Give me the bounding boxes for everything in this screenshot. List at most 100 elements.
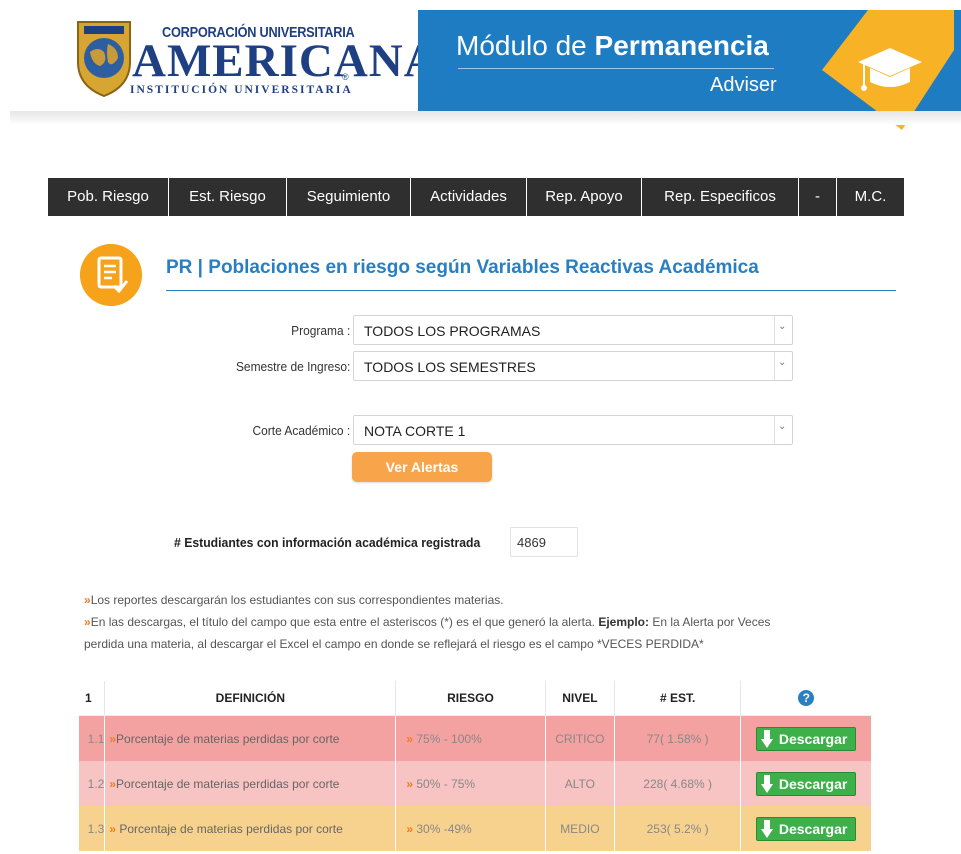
row-est: 253( 5.2% ) (614, 806, 742, 851)
title-divider (166, 290, 896, 291)
row-riesgo: » 50% - 75% (395, 761, 546, 806)
note-2: »En las descargas, el título del campo q… (84, 611, 770, 633)
row-definicion: » Porcentaje de materias perdidas por co… (104, 806, 397, 851)
corte-select[interactable]: NOTA CORTE 1 ⌄ (353, 415, 793, 445)
row-marker: » (109, 821, 117, 836)
download-button-label: Descargar (778, 820, 848, 837)
note-1: »Los reportes descargarán los estudiante… (84, 589, 504, 611)
programa-select[interactable]: TODOS LOS PROGRAMAS ⌄ (353, 315, 793, 345)
download-button-label: Descargar (778, 775, 848, 792)
logo-line-2: AMERICANA (132, 35, 439, 87)
arrow-down-icon (760, 819, 773, 838)
module-title-bold: Permanencia (594, 30, 769, 61)
module-title: Módulo de Permanencia (456, 30, 769, 62)
nav-item-mc[interactable]: M.C. (837, 178, 904, 216)
nav-item-actividades[interactable]: Actividades (411, 178, 527, 216)
nav-item-rep-especificos[interactable]: Rep. Especificos (642, 178, 799, 216)
semestre-select[interactable]: TODOS LOS SEMESTRES ⌄ (353, 351, 793, 381)
row-marker: » (406, 821, 414, 836)
students-count-field[interactable]: 4869 (510, 527, 578, 557)
nav-item-separator[interactable]: - (799, 178, 837, 216)
row-marker: » (109, 776, 117, 791)
arrow-down-icon (760, 729, 773, 748)
row-definicion-text: Porcentaje de materias perdidas por cort… (116, 731, 340, 746)
download-button-label: Descargar (778, 730, 848, 747)
corte-select-value: NOTA CORTE 1 (364, 423, 466, 439)
page-title: PR | Poblaciones en riesgo según Variabl… (166, 257, 759, 278)
note-marker: » (84, 593, 91, 607)
nav-item-rep-apoyo[interactable]: Rep. Apoyo (527, 178, 642, 216)
col-nivel-header: NIVEL (545, 681, 616, 716)
header-shadow (10, 111, 961, 125)
download-button[interactable]: Descargar (755, 726, 857, 751)
row-est: 77( 1.58% ) (614, 715, 742, 761)
row-marker: » (406, 731, 414, 746)
chevron-down-icon[interactable]: ⌄ (774, 416, 792, 444)
row-number: 1.1 (79, 715, 106, 761)
corte-label: Corte Académico : (252, 423, 350, 438)
programa-select-value: TODOS LOS PROGRAMAS (364, 323, 541, 339)
module-title-prefix: Módulo de (456, 30, 587, 61)
logo-registered-mark: ® (342, 72, 349, 82)
document-check-icon (80, 244, 142, 306)
chevron-down-icon[interactable]: ⌄ (774, 316, 792, 344)
students-count-value: 4869 (517, 535, 546, 550)
row-number: 1.2 (79, 761, 106, 806)
row-riesgo: » 75% - 100% (395, 715, 546, 761)
row-riesgo-text: 75% - 100% (416, 731, 482, 746)
col-definicion-header: DEFINICIÓN (104, 681, 397, 716)
programa-label: Programa : (290, 323, 350, 338)
row-number: 1.3 (79, 806, 106, 851)
nav-item-pob-riesgo[interactable]: Pob. Riesgo (48, 178, 169, 216)
col-help-header: ? (740, 681, 872, 716)
students-count-label: # Estudiantes con información académica … (174, 535, 481, 550)
logo[interactable]: CORPORACIÓN UNIVERSITARIA AMERICANA ® IN… (10, 10, 438, 111)
download-button[interactable]: Descargar (755, 816, 857, 841)
logo-line-3: INSTITUCIÓN UNIVERSITARIA (130, 84, 353, 96)
main-nav: Pob. Riesgo Est. Riesgo Seguimiento Acti… (48, 178, 904, 216)
row-marker: » (109, 731, 117, 746)
ver-alertas-button[interactable]: Ver Alertas (352, 452, 492, 482)
download-button[interactable]: Descargar (755, 771, 857, 796)
row-definicion: »Porcentaje de materias perdidas por cor… (104, 715, 397, 761)
note-2-text-b: En la Alerta por Veces (652, 615, 771, 629)
note-2-continued: perdida una materia, al descargar el Exc… (84, 637, 704, 651)
row-nivel: CRITICO (545, 715, 616, 761)
row-download-cell: Descargar (740, 806, 872, 851)
arrow-down-icon (760, 774, 773, 793)
nav-item-est-riesgo[interactable]: Est. Riesgo (169, 178, 287, 216)
table-row: 1.3 » Porcentaje de materias perdidas po… (79, 806, 872, 851)
globe-shield-logo-icon (77, 21, 131, 98)
note-2-text-a: En las descargas, el título del campo qu… (90, 615, 595, 629)
row-riesgo-text: 50% - 75% (416, 776, 476, 791)
row-riesgo: » 30% -49% (395, 806, 546, 851)
risk-table: 1 DEFINICIÓN RIESGO NIVEL # EST. ? 1.1 »… (79, 681, 872, 851)
semestre-select-value: TODOS LOS SEMESTRES (364, 359, 536, 375)
module-title-underline (458, 68, 774, 69)
col-est-header: # EST. (614, 681, 742, 716)
table-row: 1.2 »Porcentaje de materias perdidas por… (79, 761, 872, 806)
row-definicion-text: Porcentaje de materias perdidas por cort… (116, 776, 340, 791)
semestre-label: Semestre de Ingreso: (235, 359, 350, 374)
row-download-cell: Descargar (740, 715, 872, 761)
note-2-example: Ejemplo: (598, 615, 649, 629)
row-marker: » (406, 776, 414, 791)
row-nivel: ALTO (545, 761, 616, 806)
row-est: 228( 4.68% ) (614, 761, 742, 806)
chevron-down-icon[interactable]: ⌄ (774, 352, 792, 380)
row-download-cell: Descargar (740, 761, 872, 806)
help-icon[interactable]: ? (798, 690, 815, 706)
note-marker: » (84, 615, 91, 629)
row-nivel: MEDIO (545, 806, 616, 851)
row-definicion-text: Porcentaje de materias perdidas por cort… (116, 821, 343, 836)
row-riesgo-text: 30% -49% (416, 821, 472, 836)
row-definicion: »Porcentaje de materias perdidas por cor… (104, 761, 397, 806)
page-header: CORPORACIÓN UNIVERSITARIA AMERICANA ® IN… (10, 10, 961, 130)
table-header-row: 1 DEFINICIÓN RIESGO NIVEL # EST. ? (79, 681, 872, 716)
table-row: 1.1 »Porcentaje de materias perdidas por… (79, 715, 872, 761)
note-1-text: Los reportes descargarán los estudiantes… (90, 593, 504, 607)
nav-item-seguimiento[interactable]: Seguimiento (287, 178, 411, 216)
col-riesgo-header: RIESGO (395, 681, 546, 716)
col-num-header: 1 (79, 681, 106, 716)
module-subtitle: Adviser (710, 74, 777, 96)
